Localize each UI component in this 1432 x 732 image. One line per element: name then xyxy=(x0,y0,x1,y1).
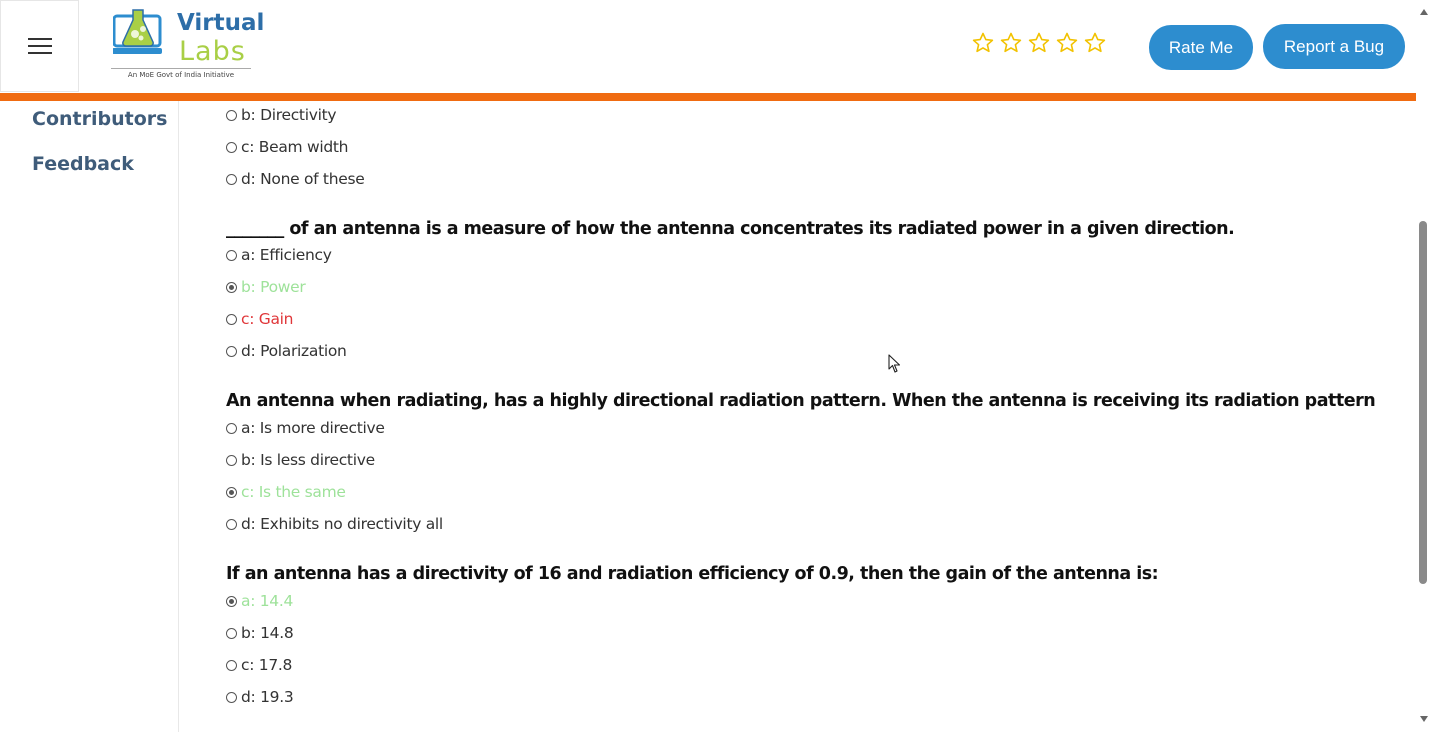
radio-button[interactable] xyxy=(226,627,237,639)
quiz-option[interactable]: d: Exhibits no directivity all xyxy=(226,515,443,533)
option-label: c: Beam width xyxy=(241,138,349,156)
option-label: c: Is the same xyxy=(241,483,346,501)
quiz-option-correct[interactable]: c: Is the same xyxy=(226,483,346,501)
sidebar-item-feedback[interactable]: Feedback xyxy=(32,153,134,175)
radio-button-checked[interactable] xyxy=(226,281,237,293)
radio-button[interactable] xyxy=(226,454,237,466)
radio-button[interactable] xyxy=(226,518,237,530)
hamburger-menu-button[interactable] xyxy=(0,0,79,92)
logo-word-virtual: Virtual xyxy=(177,10,265,36)
radio-button[interactable] xyxy=(226,659,237,671)
mouse-pointer-icon xyxy=(888,354,901,373)
option-label: b: 14.8 xyxy=(241,624,294,642)
star-rating[interactable] xyxy=(971,31,1107,55)
radio-button[interactable] xyxy=(226,141,237,153)
quiz-option-correct[interactable]: a: 14.4 xyxy=(226,592,293,610)
sidebar: Contributors Feedback xyxy=(0,101,179,732)
question-text: If an antenna has a directivity of 16 an… xyxy=(226,564,1159,584)
quiz-option[interactable]: c: Beam width xyxy=(226,138,349,156)
quiz-option[interactable]: b: 14.8 xyxy=(226,624,294,642)
radio-button[interactable] xyxy=(226,109,237,121)
question-text: _______ of an antenna is a measure of ho… xyxy=(226,219,1235,239)
option-label: d: Exhibits no directivity all xyxy=(241,515,443,533)
header-accent-bar xyxy=(0,93,1416,101)
quiz-option[interactable]: c: 17.8 xyxy=(226,656,292,674)
rate-me-button[interactable]: Rate Me xyxy=(1149,25,1253,70)
radio-button[interactable] xyxy=(226,313,237,325)
quiz-option-wrong[interactable]: c: Gain xyxy=(226,310,294,328)
option-label: b: Is less directive xyxy=(241,451,375,469)
logo-word-labs: Labs xyxy=(179,36,246,67)
option-label: a: Efficiency xyxy=(241,246,332,264)
radio-button[interactable] xyxy=(226,422,237,434)
star-outline-icon[interactable] xyxy=(1083,31,1107,55)
option-label: d: Polarization xyxy=(241,342,347,360)
quiz-option[interactable]: d: 19.3 xyxy=(226,688,294,706)
radio-button-checked[interactable] xyxy=(226,486,237,498)
quiz-content: b: Directivity c: Beam width d: None of … xyxy=(179,101,1415,732)
question-text: An antenna when radiating, has a highly … xyxy=(226,391,1376,411)
option-label: d: 19.3 xyxy=(241,688,294,706)
logo-tagline: An MoE Govt of India Initiative xyxy=(111,68,251,79)
quiz-option[interactable]: d: None of these xyxy=(226,170,365,188)
option-label: c: 17.8 xyxy=(241,656,293,674)
radio-button[interactable] xyxy=(226,249,237,261)
quiz-option-correct[interactable]: b: Power xyxy=(226,278,306,296)
radio-button[interactable] xyxy=(226,345,237,357)
star-outline-icon[interactable] xyxy=(1027,31,1051,55)
report-bug-button[interactable]: Report a Bug xyxy=(1263,24,1405,69)
scroll-down-arrow-icon[interactable] xyxy=(1420,716,1428,722)
option-label: b: Power xyxy=(241,278,306,296)
option-label: b: Directivity xyxy=(241,106,337,124)
quiz-option[interactable]: b: Is less directive xyxy=(226,451,375,469)
scroll-up-arrow-icon[interactable] xyxy=(1420,9,1428,15)
option-label: a: 14.4 xyxy=(241,592,294,610)
option-label: c: Gain xyxy=(241,310,294,328)
flask-laptop-icon xyxy=(113,9,162,54)
option-label: d: None of these xyxy=(241,170,365,188)
vertical-scrollbar[interactable] xyxy=(1416,0,1432,732)
virtual-labs-logo[interactable]: Virtual Labs An MoE Govt of India Initia… xyxy=(80,0,280,92)
sidebar-item-contributors[interactable]: Contributors xyxy=(32,108,167,130)
quiz-option[interactable]: a: Is more directive xyxy=(226,419,385,437)
top-header: Virtual Labs An MoE Govt of India Initia… xyxy=(0,0,1416,93)
quiz-option[interactable]: a: Efficiency xyxy=(226,246,332,264)
option-label: a: Is more directive xyxy=(241,419,385,437)
star-outline-icon[interactable] xyxy=(1055,31,1079,55)
star-outline-icon[interactable] xyxy=(971,31,995,55)
radio-button[interactable] xyxy=(226,173,237,185)
radio-button-checked[interactable] xyxy=(226,595,237,607)
scroll-thumb[interactable] xyxy=(1419,221,1427,584)
quiz-option[interactable]: b: Directivity xyxy=(226,106,337,124)
quiz-option[interactable]: d: Polarization xyxy=(226,342,347,360)
star-outline-icon[interactable] xyxy=(999,31,1023,55)
hamburger-icon xyxy=(27,33,52,59)
radio-button[interactable] xyxy=(226,691,237,703)
